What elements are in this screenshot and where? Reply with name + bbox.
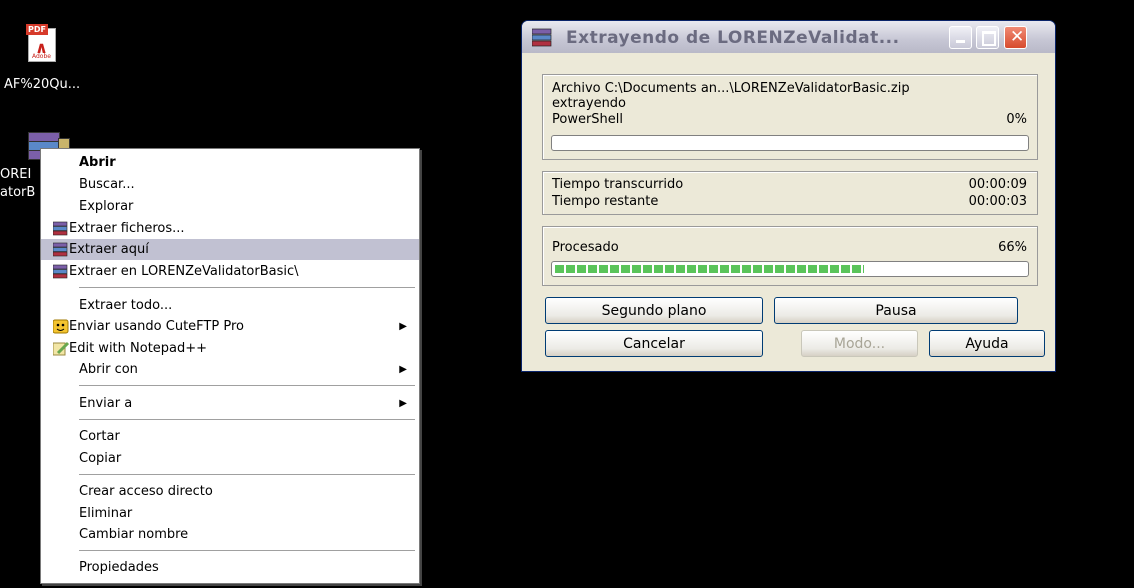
pause-button[interactable]: Pausa	[774, 297, 1018, 324]
minimize-button[interactable]	[949, 26, 972, 49]
help-button[interactable]: Ayuda	[929, 330, 1045, 357]
remaining-value: 00:00:03	[968, 194, 1027, 209]
processed-progress-bar	[551, 261, 1029, 277]
menu-item-enviar-cuteftp[interactable]: Enviar usando CuteFTP Pro ▶	[41, 316, 419, 337]
menu-item-label: Crear acceso directo	[79, 484, 213, 499]
menu-item-label: Extraer en LORENZeValidatorBasic\	[69, 264, 299, 279]
time-panel: Tiempo transcurrido 00:00:09 Tiempo rest…	[542, 171, 1038, 215]
pdf-file-icon[interactable]: PDF ∧ Adobe	[26, 24, 56, 62]
menu-item-extraer-todo[interactable]: Extraer todo...	[41, 295, 419, 316]
maximize-icon	[982, 31, 996, 46]
winrar-icon	[52, 264, 69, 279]
file-percent: 0%	[1006, 112, 1027, 127]
menu-item-abrir[interactable]: Abrir	[41, 152, 419, 173]
rar-file-label-line2[interactable]: atorB	[0, 185, 35, 200]
submenu-arrow-icon: ▶	[399, 364, 407, 375]
dialog-title: Extrayendo de LORENZeValidat...	[566, 28, 900, 48]
submenu-arrow-icon: ▶	[399, 398, 407, 409]
menu-item-label: Explorar	[79, 199, 134, 214]
elapsed-label: Tiempo transcurrido	[552, 177, 684, 192]
pdf-badge: PDF	[26, 24, 48, 35]
pdf-icon-sub: Adobe	[32, 53, 51, 60]
menu-item-extraer-ficheros[interactable]: Extraer ficheros...	[41, 218, 419, 239]
menu-item-extraer-en[interactable]: Extraer en LORENZeValidatorBasic\	[41, 261, 419, 282]
minimize-icon	[956, 40, 965, 43]
processed-label: Procesado	[552, 240, 619, 255]
menu-item-label: Edit with Notepad++	[69, 341, 208, 356]
menu-item-buscar[interactable]: Buscar...	[41, 174, 419, 195]
menu-item-cambiar-nombre[interactable]: Cambiar nombre	[41, 524, 419, 545]
background-button[interactable]: Segundo plano	[545, 297, 763, 324]
menu-item-propiedades[interactable]: Propiedades	[41, 557, 419, 578]
processed-panel: Procesado 66%	[542, 226, 1038, 286]
close-icon: ✕	[1010, 27, 1025, 47]
dialog-titlebar[interactable]: Extrayendo de LORENZeValidat... ✕	[522, 21, 1055, 53]
menu-item-notepad[interactable]: Edit with Notepad++	[41, 338, 419, 359]
status-text: extrayendo	[552, 96, 627, 111]
cancel-button[interactable]: Cancelar	[545, 330, 763, 357]
menu-item-label: Abrir con	[79, 362, 138, 377]
menu-item-label: Buscar...	[79, 177, 135, 192]
menu-item-cortar[interactable]: Cortar	[41, 426, 419, 447]
winrar-icon	[52, 242, 69, 257]
menu-item-explorar[interactable]: Explorar	[41, 196, 419, 217]
menu-item-label: Enviar usando CuteFTP Pro	[69, 319, 244, 334]
menu-item-label: Extraer aquí	[69, 242, 149, 257]
menu-item-copiar[interactable]: Copiar	[41, 448, 419, 469]
menu-item-label: Abrir	[79, 155, 116, 170]
menu-item-extraer-aqui[interactable]: Extraer aquí	[41, 239, 419, 260]
context-menu: Abrir Buscar... Explorar Extraer fichero…	[40, 148, 420, 584]
winrar-icon	[531, 28, 554, 51]
menu-item-label: Extraer todo...	[79, 298, 173, 313]
menu-item-crear-acceso[interactable]: Crear acceso directo	[41, 481, 419, 502]
menu-item-abrir-con[interactable]: Abrir con ▶	[41, 359, 419, 380]
menu-separator	[79, 550, 415, 551]
notepad-plus-icon	[52, 341, 70, 356]
menu-item-label: Eliminar	[79, 506, 133, 521]
file-info-panel: Archivo C:\Documents an...\LORENZeValida…	[542, 74, 1038, 160]
elapsed-value: 00:00:09	[968, 177, 1027, 192]
menu-item-label: Cortar	[79, 429, 120, 444]
menu-item-enviar-a[interactable]: Enviar a ▶	[41, 393, 419, 414]
processed-progress-fill	[555, 265, 864, 273]
menu-item-label: Enviar a	[79, 396, 133, 411]
extraction-dialog: Extrayendo de LORENZeValidat... ✕ Archiv…	[521, 20, 1056, 372]
menu-item-label: Propiedades	[79, 560, 159, 575]
remaining-label: Tiempo restante	[552, 194, 659, 209]
menu-item-label: Extraer ficheros...	[69, 221, 185, 236]
cuteftp-icon	[52, 319, 69, 334]
archive-path: Archivo C:\Documents an...\LORENZeValida…	[552, 81, 910, 96]
menu-separator	[79, 385, 415, 386]
menu-separator	[79, 474, 415, 475]
menu-item-eliminar[interactable]: Eliminar	[41, 503, 419, 524]
pdf-file-label[interactable]: AF%20Qu...	[4, 77, 80, 92]
menu-separator	[79, 419, 415, 420]
processed-percent: 66%	[998, 240, 1027, 255]
submenu-arrow-icon: ▶	[399, 321, 407, 332]
mode-button: Modo...	[801, 330, 918, 357]
menu-item-label: Cambiar nombre	[79, 527, 189, 542]
close-button[interactable]: ✕	[1004, 26, 1027, 49]
menu-item-label: Copiar	[79, 451, 122, 466]
file-progress-bar	[551, 135, 1029, 151]
maximize-button[interactable]	[976, 26, 999, 49]
current-file: PowerShell	[552, 112, 624, 127]
menu-separator	[79, 287, 415, 288]
winrar-icon	[52, 221, 69, 236]
rar-file-label-line1[interactable]: OREI	[0, 167, 31, 182]
